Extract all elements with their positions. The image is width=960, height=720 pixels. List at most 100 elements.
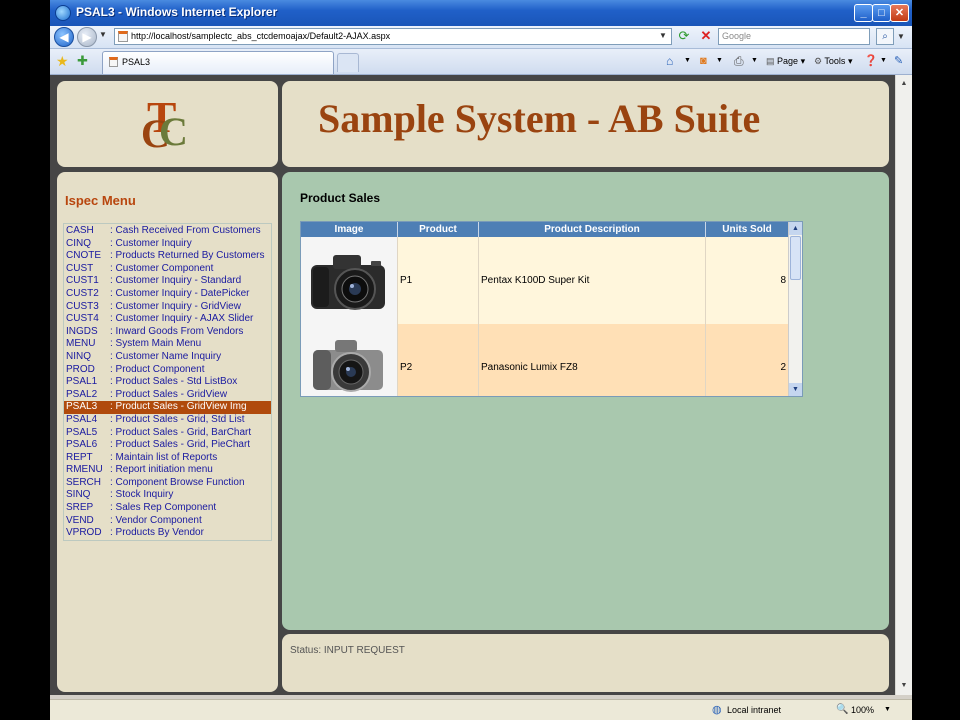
search-input[interactable]: Google	[718, 28, 870, 45]
print-icon[interactable]: ⎙	[734, 53, 744, 69]
new-tab-button[interactable]	[337, 53, 359, 72]
menu-item-cust4[interactable]: CUST4: Customer Inquiry - AJAX Slider	[64, 313, 271, 326]
menu-item-label: : Product Sales - Grid, BarChart	[110, 426, 252, 438]
tab-bar: ★ ✚ PSAL3 ⌂ ▼ ◙ ▼ ⎙ ▼ ▤ Page ▾ ⚙ Tools ▾…	[50, 49, 912, 75]
menu-item-code: PSAL4	[66, 413, 98, 425]
menu-item-rmenu[interactable]: RMENU : Report initiation menu	[64, 464, 271, 477]
menu-item-psal5[interactable]: PSAL5 : Product Sales - Grid, BarChart	[64, 427, 271, 440]
menu-item-psal2[interactable]: PSAL2: Product Sales - GridView	[64, 389, 271, 402]
print-dropdown-icon[interactable]: ▼	[751, 53, 758, 69]
navigation-bar: ◀ ▶ ▼ http://localhost/samplectc_abs_ctc…	[50, 26, 912, 49]
product-sales-title: Product Sales	[300, 191, 381, 205]
menu-item-label: : Stock Inquiry	[110, 489, 174, 501]
main-panel: Product Sales Image Product Product Desc…	[282, 172, 889, 630]
address-dropdown-icon[interactable]: ▼	[656, 29, 670, 43]
favorites-star-icon[interactable]: ★	[56, 53, 69, 69]
menu-item-code: PSAL6	[66, 439, 98, 451]
zoom-level[interactable]: 100%	[851, 703, 874, 717]
page-scroll-up-icon[interactable]: ▲	[897, 76, 911, 91]
menu-item-code: SINQ	[66, 489, 91, 501]
title-bar: PSAL3 - Windows Internet Explorer _ □ ✕	[50, 0, 912, 26]
column-header-units[interactable]: Units Sold	[706, 222, 788, 237]
tab-page-icon	[109, 57, 118, 67]
home-dropdown-icon[interactable]: ▼	[684, 53, 691, 69]
feeds-icon[interactable]: ◙	[700, 53, 707, 69]
menu-item-code: CUST4	[66, 313, 99, 325]
feeds-dropdown-icon[interactable]: ▼	[716, 53, 723, 69]
menu-item-code: PROD	[66, 363, 95, 375]
menu-item-ingds[interactable]: INGDS: Inward Goods From Vendors	[64, 326, 271, 339]
menu-list[interactable]: CASH: Cash Received From Customers CINQ: …	[63, 223, 272, 541]
forward-button[interactable]: ▶	[77, 27, 97, 47]
menu-item-serch[interactable]: SERCH: Component Browse Function	[64, 477, 271, 490]
history-dropdown-icon[interactable]: ▼	[99, 30, 107, 39]
menu-item-label: : Product Sales - Grid, PieChart	[110, 439, 251, 451]
minimize-button[interactable]: _	[854, 4, 873, 22]
menu-item-vprod[interactable]: VPROD: Products By Vendor	[64, 527, 271, 540]
menu-item-cash[interactable]: CASH: Cash Received From Customers	[64, 225, 271, 238]
ctc-logo: T C C	[141, 93, 199, 156]
menu-item-label: : Component Browse Function	[110, 476, 245, 488]
menu-item-psal6[interactable]: PSAL6 : Product Sales - Grid, PieChart	[64, 439, 271, 452]
menu-item-code: PSAL5	[66, 426, 98, 438]
menu-item-ninq[interactable]: NINQ: Customer Name Inquiry	[64, 351, 271, 364]
table-row[interactable]: P1 Pentax K100D Super Kit 8	[301, 237, 788, 324]
menu-item-label: : Product Component	[110, 363, 205, 375]
search-icon[interactable]: ⌕	[876, 28, 894, 45]
tab-psal3[interactable]: PSAL3	[102, 51, 334, 74]
maximize-button[interactable]: □	[872, 4, 891, 22]
zoom-dropdown-icon[interactable]: ▼	[884, 703, 891, 717]
logo-letter-c-2: C	[159, 109, 188, 154]
stop-icon[interactable]: ✕	[698, 28, 714, 44]
menu-item-cust3[interactable]: CUST3: Customer Inquiry - GridView	[64, 301, 271, 314]
menu-item-psal1[interactable]: PSAL1: Product Sales - Std ListBox	[64, 376, 271, 389]
menu-item-label: : Customer Inquiry - DatePicker	[110, 287, 250, 299]
address-bar[interactable]: http://localhost/samplectc_abs_ctcdemoaj…	[114, 28, 672, 45]
scroll-up-icon[interactable]: ▲	[789, 222, 802, 235]
menu-item-srep[interactable]: SREP: Sales Rep Component	[64, 502, 271, 515]
menu-item-cust2[interactable]: CUST2: Customer Inquiry - DatePicker	[64, 288, 271, 301]
dslr-camera-image	[301, 237, 397, 324]
grid-scrollbar[interactable]: ▲ ▼	[788, 222, 802, 396]
scroll-thumb[interactable]	[790, 236, 801, 280]
menu-item-vend[interactable]: VEND: Vendor Component	[64, 515, 271, 528]
scroll-down-icon[interactable]: ▼	[789, 383, 802, 396]
menu-item-code: RMENU	[66, 464, 103, 476]
zoom-icon[interactable]: 🔍	[836, 703, 848, 717]
add-favorites-icon[interactable]: ✚	[77, 53, 88, 69]
menu-item-label: : Maintain list of Reports	[110, 451, 218, 463]
help-dropdown-icon[interactable]: ▼	[880, 53, 887, 69]
menu-item-sinq[interactable]: SINQ : Stock Inquiry	[64, 489, 271, 502]
menu-item-label: : Report initiation menu	[110, 464, 213, 476]
column-header-image[interactable]: Image	[301, 222, 398, 237]
column-header-description[interactable]: Product Description	[479, 222, 706, 237]
menu-item-cinq[interactable]: CINQ: Customer Inquiry	[64, 238, 271, 251]
back-button[interactable]: ◀	[54, 27, 74, 47]
menu-item-prod[interactable]: PROD : Product Component	[64, 364, 271, 377]
page-scrollbar[interactable]: ▲ ▼	[895, 75, 912, 695]
close-button[interactable]: ✕	[890, 4, 909, 22]
menu-item-label: : Product Sales - Std ListBox	[110, 376, 238, 388]
research-icon[interactable]: ✎	[894, 53, 903, 69]
page-menu[interactable]: ▤ Page ▾	[766, 53, 805, 69]
menu-item-cust1[interactable]: CUST1: Customer Inquiry - Standard	[64, 275, 271, 288]
menu-item-cust[interactable]: CUST: Customer Component	[64, 263, 271, 276]
menu-item-cnote[interactable]: CNOTE: Products Returned By Customers	[64, 250, 271, 263]
home-icon[interactable]: ⌂	[666, 53, 673, 69]
menu-item-psal3[interactable]: PSAL3: Product Sales - GridView Img	[64, 401, 271, 414]
table-row[interactable]: P2 Panasonic Lumix FZ8 2	[301, 324, 788, 396]
description-cell: Panasonic Lumix FZ8	[479, 324, 706, 396]
menu-item-label: : Customer Name Inquiry	[110, 350, 222, 362]
product-image-cell	[301, 237, 398, 324]
menu-item-rept[interactable]: REPT: Maintain list of Reports	[64, 452, 271, 465]
help-icon[interactable]: ❓	[864, 53, 878, 69]
menu-item-code: CUST	[66, 262, 94, 274]
column-header-product[interactable]: Product	[398, 222, 479, 237]
search-dropdown-icon[interactable]: ▼	[894, 28, 908, 45]
page-scroll-down-icon[interactable]: ▼	[897, 678, 911, 693]
menu-item-psal4[interactable]: PSAL4: Product Sales - Grid, Std List	[64, 414, 271, 427]
menu-item-label: : Product Sales - GridView Img	[110, 401, 247, 413]
tools-menu[interactable]: ⚙ Tools ▾	[814, 53, 852, 69]
menu-item-menu[interactable]: MENU: System Main Menu	[64, 338, 271, 351]
refresh-icon[interactable]: ⟳	[676, 28, 692, 44]
